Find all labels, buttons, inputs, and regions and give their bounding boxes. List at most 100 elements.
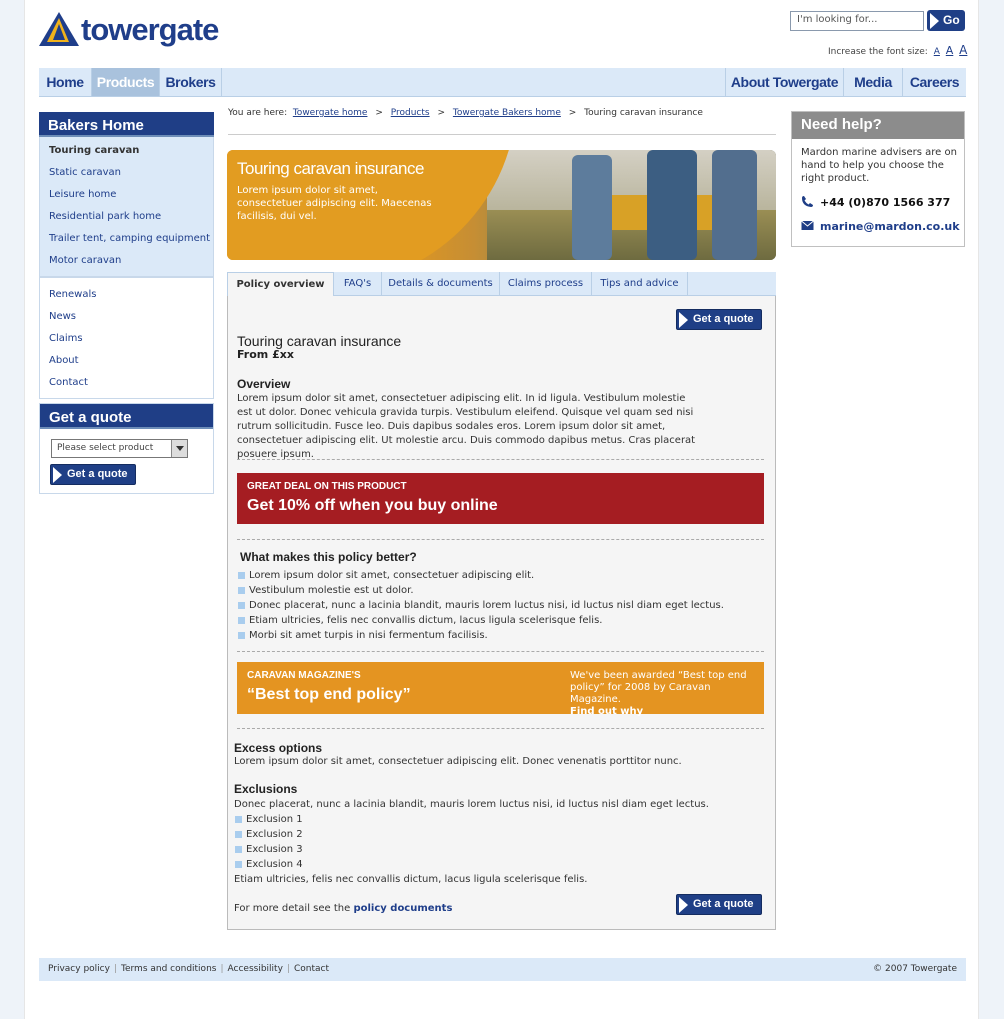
footer-link-privacy[interactable]: Privacy policy	[48, 964, 110, 974]
list-item: Exclusion 3	[234, 842, 303, 857]
award-link[interactable]: Find out why	[570, 706, 760, 718]
better-heading: What makes this policy better?	[240, 550, 417, 564]
sidebar-item-touring-caravan[interactable]: Touring caravan	[40, 140, 213, 162]
footer-link-accessibility[interactable]: Accessibility	[228, 964, 283, 974]
divider	[237, 651, 764, 652]
divider	[237, 728, 764, 729]
help-email-address: marine@mardon.co.uk	[820, 220, 960, 233]
font-size-label: Increase the font size:	[828, 47, 928, 57]
nav-media[interactable]: Media	[844, 68, 903, 96]
arrow-right-icon	[53, 467, 62, 483]
font-size-small[interactable]: A	[934, 47, 940, 57]
sidebar-item-contact[interactable]: Contact	[40, 372, 213, 394]
hero-banner: Touring caravan insurance Lorem ipsum do…	[227, 150, 776, 260]
list-item: Exclusion 2	[234, 827, 303, 842]
list-item: Donec placerat, nunc a lacinia blandit, …	[237, 598, 724, 613]
list-item: Morbi sit amet turpis in nisi fermentum …	[237, 628, 724, 643]
tab-faqs[interactable]: FAQ's	[334, 272, 382, 296]
exclusions-list: Exclusion 1 Exclusion 2 Exclusion 3 Excl…	[234, 812, 303, 872]
list-item: Exclusion 4	[234, 857, 303, 872]
get-quote-label: Get a quote	[693, 898, 754, 910]
sidebar-title: Bakers Home	[39, 112, 214, 137]
deal-headline: Get 10% off when you buy online	[247, 497, 498, 514]
sidebar-item-motor-caravan[interactable]: Motor caravan	[40, 250, 213, 272]
tab-details-documents[interactable]: Details & documents	[382, 272, 500, 296]
nav-products[interactable]: Products	[92, 68, 160, 96]
award-banner[interactable]: CARAVAN MAGAZINE'S “Best top end policy”…	[237, 662, 764, 717]
product-title: Touring caravan insurance	[237, 333, 402, 349]
get-quote-button-bottom[interactable]: Get a quote	[676, 894, 762, 915]
logo-sail-icon	[39, 12, 79, 46]
footer-link-contact[interactable]: Contact	[294, 964, 329, 974]
main-nav: Home Products Brokers About Towergate Me…	[39, 68, 966, 97]
breadcrumb-separator: >	[375, 108, 383, 118]
help-title: Need help?	[792, 112, 964, 139]
quote-box-title: Get a quote	[40, 404, 213, 429]
nav-careers[interactable]: Careers	[903, 68, 966, 96]
help-phone-number: +44 (0)870 1566 377	[820, 196, 951, 209]
product-price: From £xx	[237, 348, 294, 361]
divider	[237, 539, 764, 540]
breadcrumb-separator: >	[437, 108, 446, 118]
award-description: We've been awarded “Best top end policy”…	[570, 670, 760, 718]
tab-claims-process[interactable]: Claims process	[500, 272, 592, 296]
product-select-value: Please select product	[57, 443, 154, 453]
nav-brokers[interactable]: Brokers	[160, 68, 222, 96]
tab-bar: Policy overview FAQ's Details & document…	[227, 272, 776, 297]
hero-photo-person	[647, 150, 697, 260]
arrow-right-icon	[679, 312, 688, 328]
more-detail: For more detail see the policy documents	[234, 903, 452, 914]
tab-policy-overview[interactable]: Policy overview	[227, 272, 334, 297]
better-list: Lorem ipsum dolor sit amet, consectetuer…	[237, 568, 724, 643]
nav-home[interactable]: Home	[39, 68, 92, 96]
sidebar-item-residential-park-home[interactable]: Residential park home	[40, 206, 213, 228]
get-quote-label: Get a quote	[67, 468, 128, 480]
hero-text: Lorem ipsum dolor sit amet, consectetuer…	[237, 185, 432, 222]
excess-heading: Excess options	[234, 741, 323, 755]
breadcrumb-link-home[interactable]: Towergate home	[293, 108, 368, 118]
breadcrumb-link-bakers[interactable]: Towergate Bakers home	[453, 108, 561, 118]
logo-wordmark: towergate	[81, 12, 219, 47]
sidebar-item-news[interactable]: News	[40, 306, 213, 328]
policy-documents-link[interactable]: policy documents	[353, 903, 452, 914]
overview-text: Lorem ipsum dolor sit amet, consectetuer…	[237, 393, 696, 460]
go-label: Go	[943, 13, 960, 27]
footer-copyright: © 2007 Towergate	[873, 964, 957, 974]
help-email[interactable]: marine@mardon.co.uk	[801, 220, 960, 233]
hero-photo-person	[572, 155, 612, 260]
hero-photo-person	[712, 150, 757, 260]
deal-banner[interactable]: GREAT DEAL ON THIS PRODUCT Get 10% off w…	[237, 473, 764, 524]
font-size-medium[interactable]: A	[946, 44, 954, 57]
award-kicker: CARAVAN MAGAZINE'S	[247, 670, 361, 681]
sidebar-item-trailer-tent[interactable]: Trailer tent, camping equipment	[40, 228, 213, 250]
list-item: Exclusion 1	[234, 812, 303, 827]
footer: Privacy policy | Terms and conditions | Acce…	[39, 958, 966, 981]
page: towergate I'm looking for... Go Increase…	[24, 0, 979, 1019]
arrow-right-icon	[930, 13, 939, 29]
nav-about[interactable]: About Towergate	[726, 68, 844, 96]
product-select[interactable]: Please select product	[51, 439, 188, 458]
towergate-logo[interactable]: towergate	[39, 10, 219, 52]
font-size-control: Increase the font size: A A A	[828, 43, 967, 57]
exclusions-outro: Etiam ultricies, felis nec convallis dic…	[234, 874, 588, 885]
sidebar-item-static-caravan[interactable]: Static caravan	[40, 162, 213, 184]
search-go-button[interactable]: Go	[927, 10, 965, 31]
font-size-large[interactable]: A	[959, 43, 967, 57]
sidebar-item-claims[interactable]: Claims	[40, 328, 213, 350]
divider	[228, 134, 776, 135]
get-quote-label: Get a quote	[693, 313, 754, 325]
breadcrumb-link-products[interactable]: Products	[391, 108, 430, 118]
more-detail-prefix: For more detail see the	[234, 903, 351, 914]
sidebar-item-leisure-home[interactable]: Leisure home	[40, 184, 213, 206]
footer-links: Privacy policy | Terms and conditions | Acce…	[48, 964, 329, 974]
sidebar-item-about[interactable]: About	[40, 350, 213, 372]
exclusions-intro: Donec placerat, nunc a lacinia blandit, …	[234, 799, 709, 810]
sidebar-get-quote-button[interactable]: Get a quote	[50, 464, 136, 485]
chevron-down-icon	[171, 440, 187, 457]
footer-link-terms[interactable]: Terms and conditions	[121, 964, 216, 974]
sidebar-item-renewals[interactable]: Renewals	[40, 284, 213, 306]
search-input[interactable]: I'm looking for...	[790, 11, 924, 31]
policy-overview-panel: Get a quote Touring caravan insurance Fr…	[227, 296, 776, 930]
get-quote-button-top[interactable]: Get a quote	[676, 309, 762, 330]
tab-tips-advice[interactable]: Tips and advice	[592, 272, 688, 296]
